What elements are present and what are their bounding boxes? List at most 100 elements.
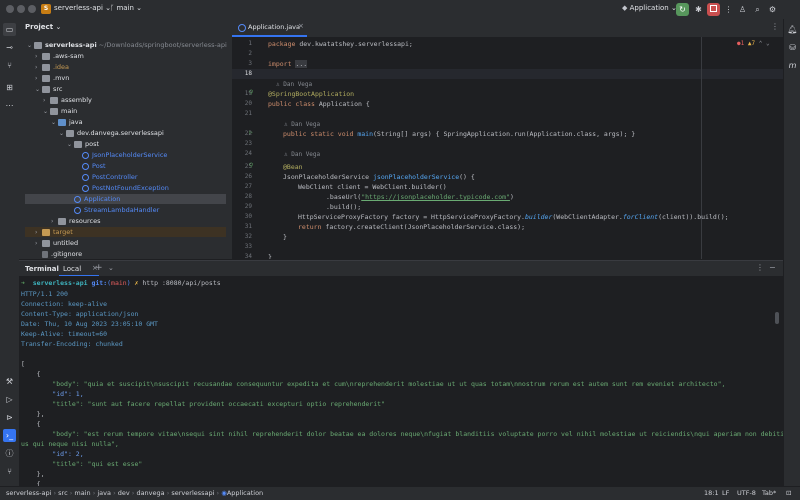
tree-item-assembly[interactable]: › assembly — [43, 95, 92, 105]
debug-button[interactable]: ✱ — [692, 3, 705, 16]
inspection-widget[interactable]: ●1 ▲7 ⌃ ⌄ — [737, 40, 770, 47]
chevron-up-icon: ⌃ — [758, 40, 763, 47]
search-everywhere-button[interactable]: ⌕ — [751, 3, 764, 16]
warning-circle-icon: ⓘ — [5, 449, 14, 458]
breadcrumb-item[interactable]: serverless-api — [6, 489, 51, 497]
run-config-selector[interactable]: ◆ Application ⌄ — [622, 4, 677, 12]
tree-item-mvn[interactable]: › .mvn — [35, 73, 69, 83]
code-line-27: WebClient client = WebClient.builder() — [298, 183, 447, 191]
file-encoding[interactable]: UTF-8 — [737, 489, 756, 497]
project-selector[interactable]: serverless-api ⌄ — [54, 4, 111, 12]
window-zoom-button[interactable] — [28, 5, 36, 13]
close-icon[interactable]: × — [298, 22, 304, 30]
tree-item-postcontroller[interactable]: PostController — [82, 172, 138, 182]
run-tool-button[interactable]: ▷ — [3, 393, 16, 406]
breadcrumb-item[interactable]: src — [58, 489, 68, 497]
line-number: 18 — [244, 70, 252, 77]
code-line-25: @Bean — [283, 163, 303, 171]
new-tab-plus-icon[interactable]: + — [95, 263, 103, 273]
breadcrumb-item[interactable]: serverlessapi — [171, 489, 214, 497]
window-minimize-button[interactable] — [17, 5, 25, 13]
rerun-button[interactable]: ↻ — [676, 3, 689, 16]
tree-item-target[interactable]: › target — [35, 227, 73, 237]
right-margin-guide — [701, 37, 702, 259]
breadcrumb-item[interactable]: java — [97, 489, 111, 497]
settings-button[interactable]: ⚙ — [766, 3, 779, 16]
project-panel-title[interactable]: Project ⌄ — [25, 23, 61, 31]
cursor-position[interactable]: 18:1 — [704, 489, 719, 497]
tree-item-application[interactable]: Application — [74, 194, 120, 204]
more-tools-button[interactable]: ⋯ — [3, 99, 16, 112]
line-number: 20 — [244, 100, 252, 107]
breadcrumb-item[interactable]: main — [74, 489, 90, 497]
line-separator[interactable]: LF — [722, 489, 729, 497]
code-line-28: .baseUrl("https://jsonplaceholder.typico… — [326, 193, 514, 201]
terminal-line: { — [21, 420, 41, 428]
line-number: 34 — [244, 253, 252, 259]
minimize-icon[interactable]: − — [769, 263, 776, 272]
tree-item-streamlambdahandler[interactable]: StreamLambdaHandler — [74, 205, 159, 215]
stop-button[interactable] — [707, 3, 720, 16]
code-editor[interactable]: ●1 ▲7 ⌃ ⌄ 1 2 3 18 19 20 21 22 23 24 25 … — [232, 37, 783, 259]
tree-item-idea[interactable]: › .idea — [35, 62, 69, 72]
tree-item-jsonplaceholderservice[interactable]: JsonPlaceholderService — [82, 150, 167, 160]
pull-requests-tool-button[interactable]: ⑂ — [3, 59, 16, 72]
tree-item-resources[interactable]: › resources — [51, 216, 101, 226]
notifications-button[interactable]: 🔔︎ — [786, 23, 799, 36]
breadcrumb-item[interactable]: Application — [227, 489, 263, 497]
spring-bean-icon[interactable]: ⚲ — [249, 89, 253, 96]
branch-selector[interactable]: ᚴ main ⌄ — [110, 4, 142, 12]
line-number: 2 — [248, 50, 252, 57]
code-with-me-button[interactable]: ♙ — [736, 3, 749, 16]
lock-icon[interactable]: ⊡ — [786, 489, 791, 497]
terminal-output[interactable]: ➜ serverless-api git:(main) ✗ http :8080… — [19, 276, 783, 486]
editor-scrollbar[interactable] — [776, 37, 781, 259]
commit-tool-button[interactable]: ⊸ — [3, 41, 16, 54]
window-close-button[interactable] — [6, 5, 14, 13]
project-name: serverless-api — [54, 4, 103, 12]
tree-item-postnotfoundexception[interactable]: PostNotFoundException — [82, 183, 169, 193]
folder-icon — [42, 85, 50, 93]
breadcrumb-item[interactable]: dev — [118, 489, 130, 497]
indent-setting[interactable]: Tab* — [762, 489, 776, 497]
tree-item-package[interactable]: ⌄ dev.danvega.serverlessapi — [59, 128, 164, 138]
maven-button[interactable]: m — [786, 59, 799, 72]
folder-icon — [42, 63, 50, 71]
left-tool-strip: ▭ ⊸ ⑂ ⊞ ⋯ ⚒ ▷ ⊳ ›_ ⓘ ⑂ — [0, 19, 20, 486]
tab-local[interactable]: Local × — [59, 261, 99, 277]
play-circle-icon: ▷ — [6, 395, 13, 404]
breadcrumb-item[interactable]: danvega — [136, 489, 164, 497]
project-tool-button[interactable]: ▭ — [3, 23, 16, 36]
tree-item-post-class[interactable]: Post — [82, 161, 106, 171]
problems-tool-button[interactable]: ⓘ — [3, 447, 16, 460]
spring-bean-icon[interactable]: ⚲ — [249, 162, 253, 169]
structure-tool-button[interactable]: ⊞ — [3, 81, 16, 94]
build-tool-button[interactable]: ⚒ — [3, 375, 16, 388]
branch-name: main — [116, 4, 134, 12]
chevron-down-icon[interactable]: ⌄ — [108, 264, 114, 272]
terminal-scrollbar-thumb[interactable] — [775, 312, 779, 324]
tree-item-aws-sam[interactable]: › .aws-sam — [35, 51, 84, 61]
tree-item-untitled[interactable]: › untitled — [35, 238, 78, 248]
more-actions-button[interactable]: ⋮ — [722, 3, 735, 16]
terminal-tool-button[interactable]: ›_ — [3, 429, 16, 442]
tree-item-main[interactable]: ⌄ main — [43, 106, 77, 116]
more-vertical-icon[interactable]: ⋮ — [771, 22, 779, 31]
tree-item-serverless-api[interactable]: ⌄ serverless-api ~/Downloads/springboot/s… — [27, 40, 227, 50]
more-vertical-icon[interactable]: ⋮ — [756, 263, 764, 272]
terminal-title[interactable]: Terminal — [25, 265, 59, 273]
chevron-right-icon: › — [43, 97, 46, 104]
tree-item-java[interactable]: ⌄ java — [51, 117, 83, 127]
run-gutter-icon[interactable]: ▷ — [249, 129, 253, 136]
database-button[interactable]: ⛁ — [786, 41, 799, 54]
chevron-down-icon: ⌄ — [51, 119, 57, 126]
tree-item-post[interactable]: ⌄ post — [67, 139, 99, 149]
line-number: 33 — [244, 243, 252, 250]
git-tool-button[interactable]: ⑂ — [3, 465, 16, 478]
services-tool-button[interactable]: ⊳ — [3, 411, 16, 424]
tree-item-src[interactable]: ⌄ src — [35, 84, 63, 94]
terminal-line: { — [21, 370, 41, 378]
tree-item-gitignore[interactable]: .gitignore — [42, 249, 82, 259]
tab-application-java[interactable]: Application.java × — [232, 19, 307, 37]
project-badge: S — [41, 4, 51, 14]
